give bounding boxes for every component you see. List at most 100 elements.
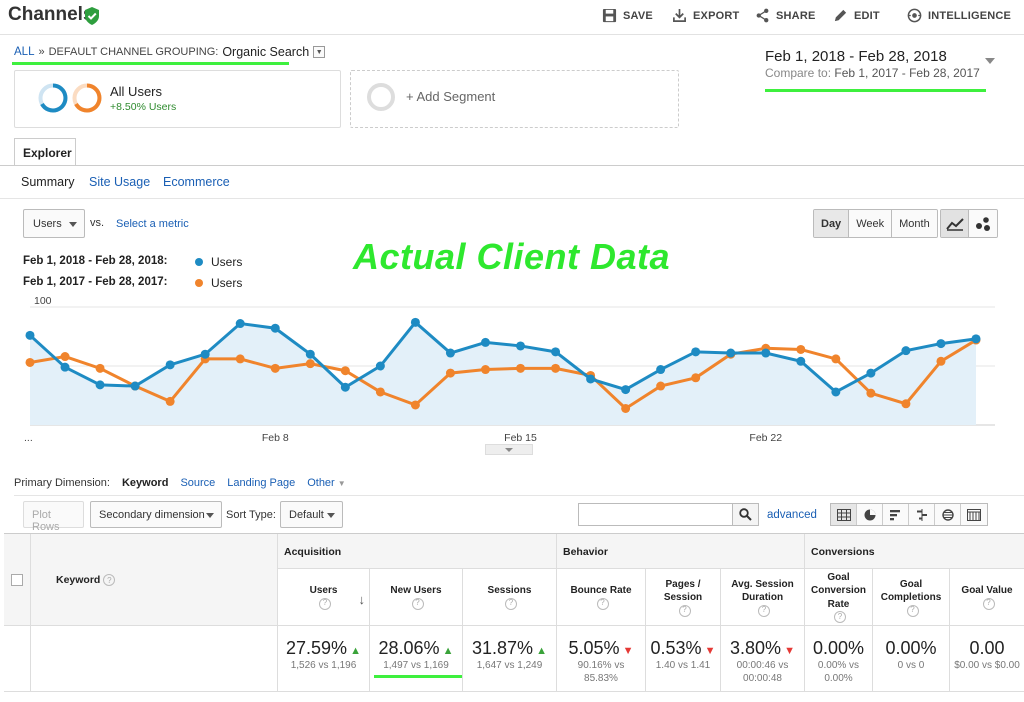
total-row-check-cell xyxy=(4,626,31,692)
data-point-0-6 xyxy=(235,319,245,329)
date-compare: Compare to: Feb 1, 2017 - Feb 28, 2017 xyxy=(765,66,980,80)
plot-rows-button[interactable]: Plot Rows xyxy=(23,501,84,533)
dimension-landing-page[interactable]: Landing Page xyxy=(227,477,295,489)
date-dropdown-icon[interactable] xyxy=(985,58,995,64)
week-button[interactable]: Week xyxy=(849,210,893,237)
subtab-ecommerce[interactable]: Ecommerce xyxy=(163,175,230,189)
comparison-values: 1,526 vs 1,196 xyxy=(290,660,357,671)
intelligence-label: INTELLIGENCE xyxy=(928,9,1012,22)
pivot-view-button[interactable] xyxy=(961,504,987,525)
help-icon: ? xyxy=(505,597,517,610)
total-value: 0.53% ▼ xyxy=(646,638,720,659)
chevron-down-icon xyxy=(206,513,214,518)
breadcrumb-label: DEFAULT CHANNEL GROUPING: xyxy=(48,46,219,58)
data-point-1-6 xyxy=(235,354,245,364)
column-header-label: Avg. Session Duration xyxy=(731,578,794,604)
line-chart-button[interactable] xyxy=(941,210,969,237)
comparison-view-button[interactable] xyxy=(909,504,935,525)
select-all-cell xyxy=(4,534,31,626)
bubble-chart-icon xyxy=(976,216,990,231)
data-point-0-25 xyxy=(901,346,911,356)
add-segment-card[interactable] xyxy=(350,70,679,128)
verified-shield-icon xyxy=(85,7,99,25)
total-value: 27.59% ▲ xyxy=(278,638,369,659)
dimension-other[interactable]: Other ▼ xyxy=(307,477,346,489)
month-button[interactable]: Month xyxy=(892,210,937,237)
breadcrumb-all-link[interactable]: ALL xyxy=(14,46,34,58)
total-value-text: 28.06% xyxy=(378,638,440,658)
data-point-1-11 xyxy=(410,400,420,410)
tab-explorer[interactable]: Explorer xyxy=(14,138,76,166)
metric-select[interactable]: Users xyxy=(23,209,85,238)
primary-dimension-label: Primary Dimension: xyxy=(14,477,110,489)
help-icon: ? xyxy=(103,574,116,587)
help-icon: ? xyxy=(758,604,770,617)
column-header-bounce-rate[interactable]: Bounce Rate? xyxy=(557,569,646,626)
help-icon: ? xyxy=(319,597,331,610)
motion-chart-button[interactable] xyxy=(969,210,997,237)
table-search-input[interactable] xyxy=(578,503,733,526)
column-header-label: New Users xyxy=(390,585,442,597)
comparison-values: 1.40 vs 1.41 xyxy=(655,660,711,671)
pivot-icon xyxy=(967,508,981,521)
export-button[interactable]: EXPORT xyxy=(672,8,739,23)
column-header-goal-value[interactable]: Goal Value? xyxy=(950,569,1024,626)
data-point-0-21 xyxy=(761,348,771,358)
pie-view-button[interactable] xyxy=(857,504,883,525)
dimension-source[interactable]: Source xyxy=(180,477,215,489)
sort-descending-icon[interactable]: ↓ xyxy=(359,591,366,609)
column-header-goal-completions[interactable]: Goal Completions? xyxy=(873,569,950,626)
vs-label: vs. xyxy=(90,217,105,229)
comparison-icon xyxy=(916,508,927,521)
chevron-down-icon: ▼ xyxy=(337,479,346,488)
legend-series-previous: Users xyxy=(211,276,243,290)
edit-button[interactable]: EDIT xyxy=(833,8,880,23)
save-button[interactable]: SAVE xyxy=(602,8,653,23)
total-cell: 0.53% ▼ 1.40 vs 1.41 xyxy=(646,626,721,692)
data-point-0-27 xyxy=(971,334,981,344)
total-cell: 27.59% ▲ 1,526 vs 1,196 xyxy=(278,626,370,692)
advanced-filter-link[interactable]: advanced xyxy=(767,509,817,521)
select-metric-link[interactable]: Select a metric xyxy=(116,218,189,230)
day-button[interactable]: Day xyxy=(814,210,850,237)
column-header-label: Goal Value xyxy=(961,585,1013,597)
data-table-view-button[interactable] xyxy=(831,504,857,525)
breadcrumb-dropdown-icon[interactable]: ▼ xyxy=(313,46,326,58)
dimension-header[interactable]: Keyword? xyxy=(56,574,116,587)
data-point-0-26 xyxy=(936,339,946,349)
subtab-divider xyxy=(0,198,1024,199)
column-header-new-users[interactable]: New Users? xyxy=(370,569,463,626)
chevron-down-icon xyxy=(327,513,335,518)
subtab-site-usage[interactable]: Site Usage xyxy=(89,175,150,189)
total-value-text: 0.53% xyxy=(650,638,702,658)
search-icon xyxy=(739,508,752,521)
performance-view-button[interactable] xyxy=(883,504,909,525)
share-button[interactable]: SHARE xyxy=(755,8,816,23)
column-header-label: Users xyxy=(309,585,338,597)
legend-dot-previous xyxy=(195,279,203,287)
date-range-picker[interactable]: Feb 1, 2018 - Feb 28, 2018 xyxy=(765,48,947,65)
search-button[interactable] xyxy=(732,503,759,526)
select-all-checkbox[interactable] xyxy=(11,574,23,586)
chart-collapse-handle[interactable] xyxy=(485,444,533,455)
dimension-header-label: Keyword xyxy=(56,574,101,586)
intelligence-button[interactable]: INTELLIGENCE xyxy=(907,8,1011,23)
subtab-summary[interactable]: Summary xyxy=(21,175,74,189)
watermark-text: Actual Client Data xyxy=(353,236,671,277)
trend-up-icon: ▲ xyxy=(533,645,547,657)
header-divider xyxy=(0,34,1024,35)
dimension-keyword[interactable]: Keyword xyxy=(122,477,168,489)
term-cloud-view-button[interactable] xyxy=(935,504,961,525)
add-segment-label: + Add Segment xyxy=(406,89,496,104)
secondary-dimension-select[interactable]: Secondary dimension xyxy=(90,501,222,528)
column-header-avg-session-duration[interactable]: Avg. Session Duration? xyxy=(721,569,805,626)
column-header-sessions[interactable]: Sessions? xyxy=(463,569,557,626)
pie-chart-icon xyxy=(864,509,875,520)
column-header-pages-session[interactable]: Pages / Session? xyxy=(646,569,721,626)
trend-up-icon: ▲ xyxy=(347,645,361,657)
help-icon: ? xyxy=(906,604,919,617)
data-point-0-1 xyxy=(60,362,70,372)
column-header-users[interactable]: Users? ↓ xyxy=(278,569,370,626)
column-header-goal-conversion-rate[interactable]: Goal Conversion Rate? xyxy=(805,569,873,626)
sort-type-select[interactable]: Default xyxy=(280,501,343,528)
